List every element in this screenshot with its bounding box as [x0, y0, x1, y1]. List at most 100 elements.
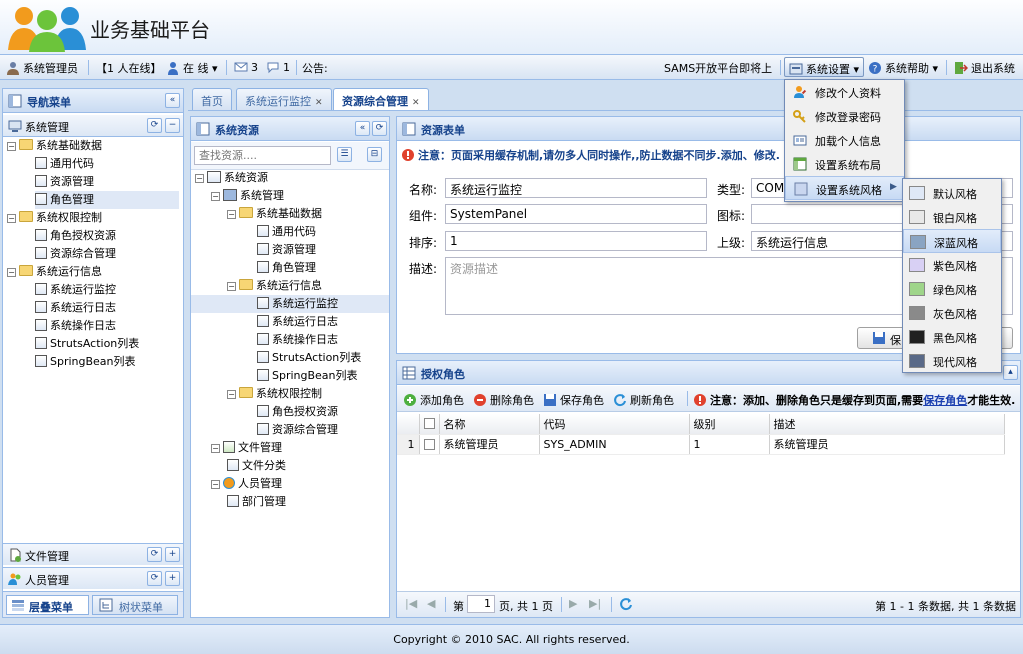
tree-item[interactable]: 系统操作日志 — [35, 317, 179, 335]
tree-item[interactable]: 系统操作日志 — [257, 331, 338, 349]
tree-folder[interactable]: − 系统基础数据 — [7, 137, 179, 155]
tree-item[interactable]: SpringBean列表 — [257, 367, 358, 385]
collapse-toggle-icon[interactable]: − — [227, 390, 236, 399]
col-level[interactable]: 级别 — [689, 414, 770, 435]
refresh-icon[interactable]: ⟳ — [372, 121, 387, 136]
tree-folder[interactable]: − 系统运行信息 — [7, 263, 179, 281]
save-role-button[interactable]: 保存角色 — [543, 392, 604, 408]
menu-item-change-password[interactable]: 修改登录密码 — [785, 104, 904, 128]
collapse-all-icon[interactable]: ⊟ — [367, 147, 382, 162]
refresh-icon[interactable]: ⟳ — [147, 547, 162, 562]
tab-resource-management[interactable]: 资源综合管理 ✕ — [333, 88, 429, 111]
row-checkbox[interactable] — [423, 438, 435, 450]
collapse-up-icon[interactable]: ▴ — [1003, 365, 1018, 380]
tree-folder[interactable]: − 系统资源 — [195, 169, 268, 187]
add-role-button[interactable]: 添加角色 — [403, 392, 464, 408]
tree-item[interactable]: 资源管理 — [257, 241, 316, 259]
tree-item[interactable]: 资源综合管理 — [35, 245, 179, 263]
tree-item[interactable]: 角色授权资源 — [35, 227, 179, 245]
refresh-role-button[interactable]: 刷新角色 — [613, 392, 674, 408]
expand-icon[interactable]: + — [165, 547, 180, 562]
refresh-icon[interactable]: ⟳ — [147, 118, 162, 133]
theme-option[interactable]: 银白风格 — [903, 205, 1001, 229]
close-icon[interactable]: ✕ — [315, 98, 323, 108]
collapse-toggle-icon[interactable]: − — [227, 282, 236, 291]
table-row[interactable]: 1 系统管理员 SYS_ADMIN 1 系统管理员 — [397, 434, 1005, 455]
theme-option[interactable]: 现代风格 — [903, 349, 1001, 373]
tree-folder[interactable]: − 系统权限控制 — [227, 385, 322, 403]
theme-option[interactable]: 黑色风格 — [903, 325, 1001, 349]
tree-item[interactable]: 资源管理 — [35, 173, 179, 191]
menu-item-theme[interactable]: 设置系统风格 ▶ — [785, 176, 904, 200]
theme-option[interactable]: 紫色风格 — [903, 253, 1001, 277]
tab-layer-menu[interactable]: 层叠菜单 — [6, 595, 89, 615]
tab-home[interactable]: 首页 — [192, 88, 232, 110]
tree-item[interactable]: 系统运行日志 — [35, 299, 179, 317]
theme-option[interactable]: 深蓝风格 — [903, 229, 1001, 253]
page-number-input[interactable]: 1 — [467, 595, 495, 613]
next-page-icon[interactable]: ▶ — [569, 597, 577, 610]
tab-tree-menu[interactable]: 树状菜单 — [92, 595, 178, 615]
expand-icon[interactable]: + — [165, 571, 180, 586]
collapse-left-icon[interactable]: « — [355, 121, 370, 136]
collapse-toggle-icon[interactable]: − — [211, 480, 220, 489]
tree-item[interactable]: 系统运行日志 — [257, 313, 338, 331]
tree-folder[interactable]: − 人员管理 — [211, 475, 282, 493]
online-status[interactable]: 在 线 ▾ — [166, 60, 218, 76]
col-desc[interactable]: 描述 — [769, 414, 1005, 435]
tree-folder[interactable]: − 系统基础数据 — [227, 205, 322, 223]
logout-button[interactable]: 退出系统 — [954, 60, 1015, 76]
close-icon[interactable]: ✕ — [412, 98, 420, 108]
save-role-link[interactable]: 保存角色 — [923, 394, 967, 407]
tree-item[interactable]: 通用代码 — [35, 155, 179, 173]
refresh-icon[interactable] — [619, 597, 633, 611]
collapse-toggle-icon[interactable]: − — [211, 444, 220, 453]
delete-role-button[interactable]: 删除角色 — [473, 392, 534, 408]
tree-item[interactable]: 部门管理 — [227, 493, 286, 511]
resource-search-input[interactable] — [194, 146, 331, 165]
system-help-button[interactable]: ? 系统帮助 ▾ — [868, 60, 938, 76]
nav-section-people[interactable]: 人员管理 ⟳ + — [3, 567, 183, 589]
tree-item[interactable]: 角色授权资源 — [257, 403, 338, 421]
col-name[interactable]: 名称 — [439, 414, 540, 435]
tree-item[interactable]: StrutsAction列表 — [35, 335, 179, 353]
component-input[interactable]: SystemPanel — [445, 204, 707, 224]
tree-item[interactable]: SpringBean列表 — [35, 353, 179, 371]
tree-folder[interactable]: − 系统管理 — [211, 187, 284, 205]
tree-folder[interactable]: − 文件管理 — [211, 439, 282, 457]
tab-system-monitor[interactable]: 系统运行监控 ✕ — [236, 88, 332, 110]
collapse-toggle-icon[interactable]: − — [7, 268, 16, 277]
nav-section-files[interactable]: 文件管理 ⟳ + — [3, 543, 183, 565]
menu-item-load-info[interactable]: 加载个人信息 — [785, 128, 904, 152]
current-user[interactable]: 系统管理员 — [6, 60, 78, 76]
nav-section-system[interactable]: 系统管理 ⟳ − — [3, 115, 183, 137]
menu-item-layout[interactable]: 设置系统布局 — [785, 152, 904, 176]
online-count[interactable]: 【1 人在线】 — [96, 60, 162, 76]
theme-option[interactable]: 默认风格 — [903, 181, 1001, 205]
system-settings-button[interactable]: 系统设置 ▾ — [784, 57, 865, 77]
mail-button[interactable]: 3 — [234, 60, 258, 74]
tree-item[interactable]: 资源综合管理 — [257, 421, 338, 439]
last-page-icon[interactable]: ▶| — [589, 597, 601, 610]
collapse-toggle-icon[interactable]: − — [227, 210, 236, 219]
prev-page-icon[interactable]: ◀ — [427, 597, 435, 610]
tree-item[interactable]: 文件分类 — [227, 457, 286, 475]
collapse-left-icon[interactable]: « — [165, 93, 180, 108]
expand-all-icon[interactable]: ☰ — [337, 147, 352, 162]
tree-item[interactable]: 系统运行监控 — [191, 295, 389, 313]
notice-marquee[interactable]: SAMS开放平台即将上 — [664, 60, 772, 76]
theme-option[interactable]: 灰色风格 — [903, 301, 1001, 325]
tree-item[interactable]: 通用代码 — [257, 223, 316, 241]
collapse-toggle-icon[interactable]: − — [211, 192, 220, 201]
collapse-toggle-icon[interactable]: − — [7, 142, 16, 151]
tree-item[interactable]: 系统运行监控 — [35, 281, 179, 299]
tree-folder[interactable]: − 系统运行信息 — [227, 277, 322, 295]
collapse-icon[interactable]: − — [165, 118, 180, 133]
name-input[interactable]: 系统运行监控 — [445, 178, 707, 198]
order-input[interactable]: 1 — [445, 231, 707, 251]
theme-option[interactable]: 绿色风格 — [903, 277, 1001, 301]
tree-item[interactable]: StrutsAction列表 — [257, 349, 361, 367]
tree-item[interactable]: 角色管理 — [257, 259, 316, 277]
col-code[interactable]: 代码 — [539, 414, 690, 435]
tree-folder[interactable]: − 系统权限控制 — [7, 209, 179, 227]
